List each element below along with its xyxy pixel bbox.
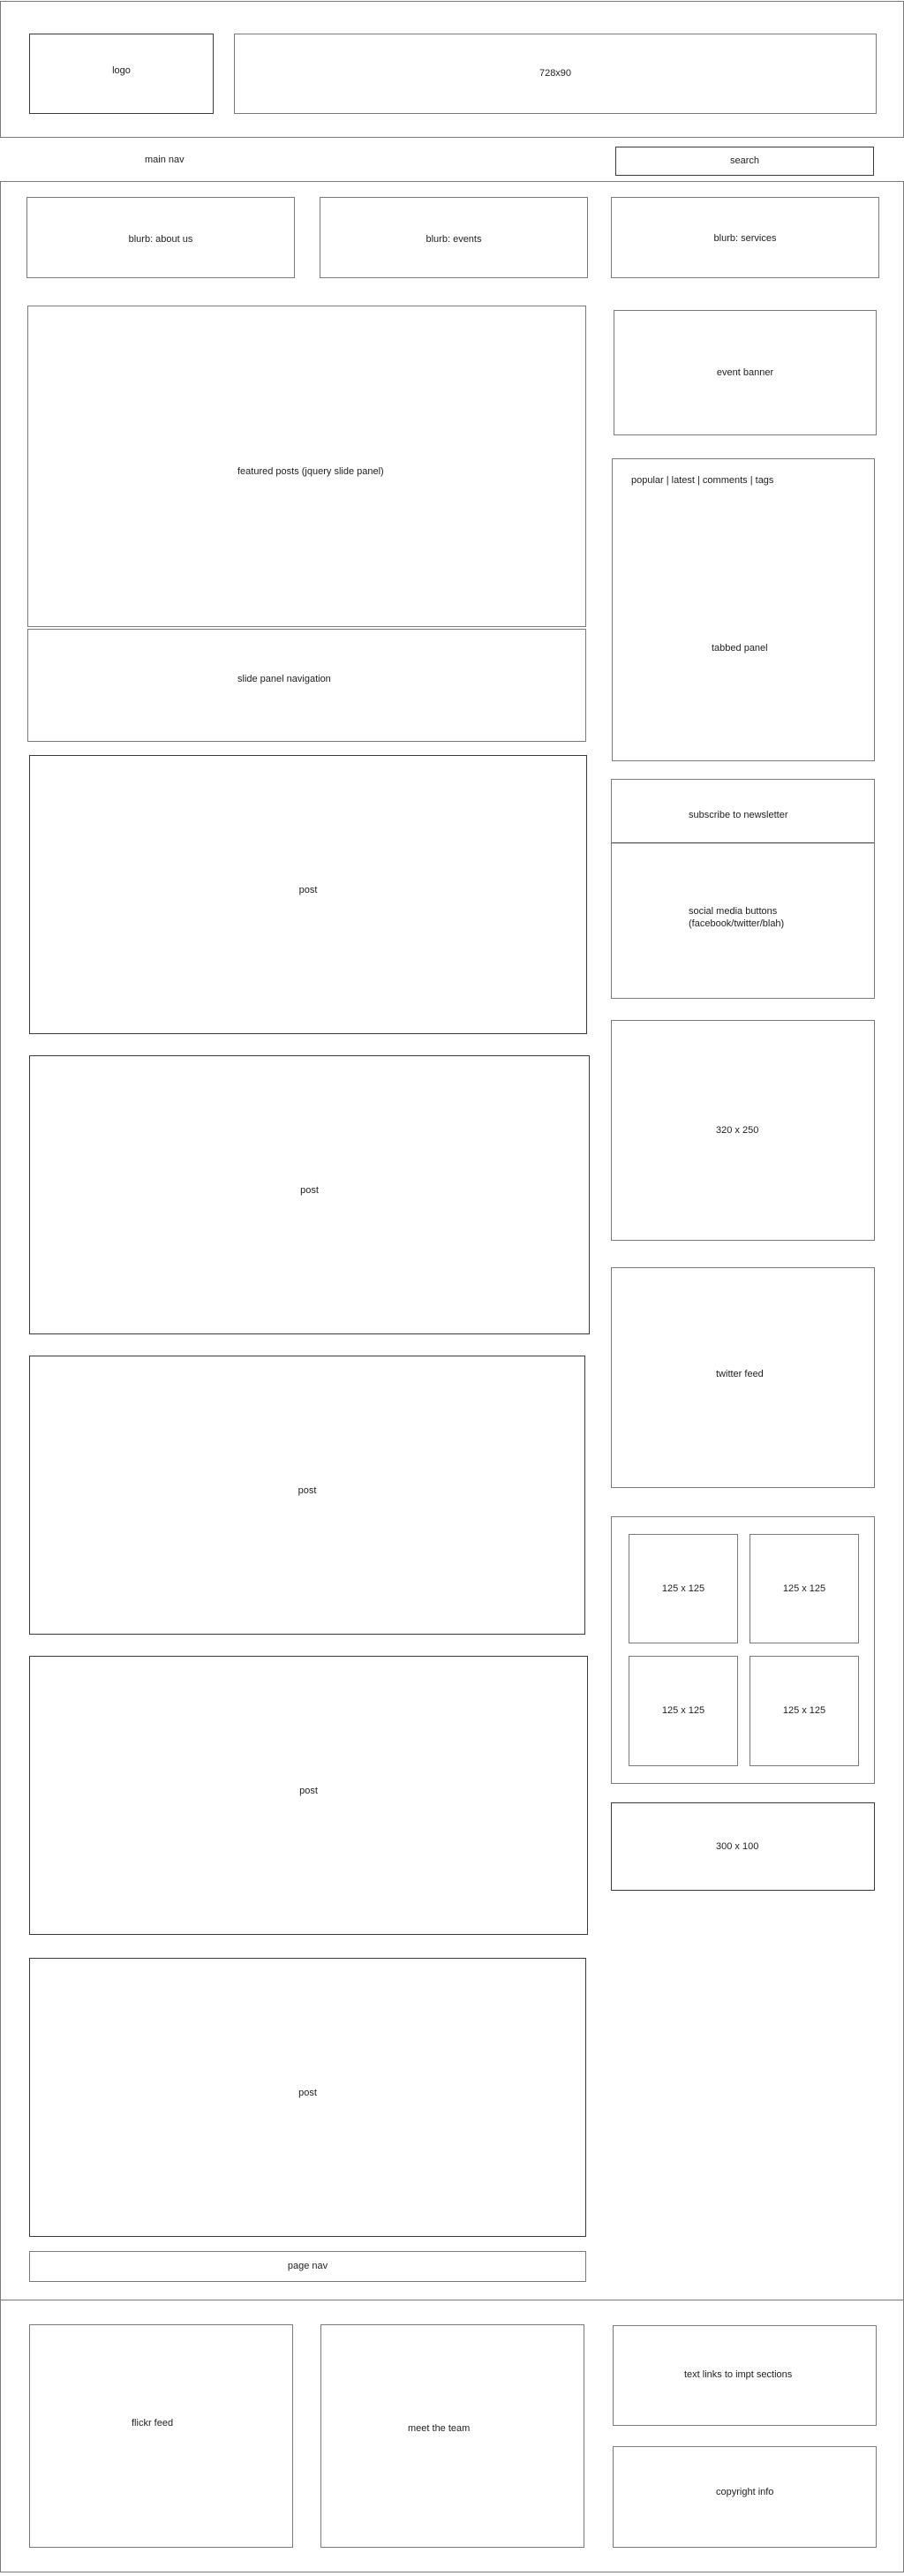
ad-125x125-label: 125 x 125 [661, 1705, 705, 1716]
page-nav[interactable]: page nav [29, 2251, 586, 2282]
post[interactable]: post [29, 1958, 586, 2237]
flickr-feed-label: flickr feed [132, 2418, 174, 2429]
copyright-info: copyright info [613, 2446, 877, 2548]
page-nav-label: page nav [287, 2261, 328, 2271]
ad-125x125-label: 125 x 125 [661, 1583, 705, 1594]
leaderboard-ad-label: 728x90 [539, 68, 572, 79]
tabbed-panel-label: tabbed panel [712, 643, 768, 653]
tabbed-panel: popular | latest | comments | tags tabbe… [612, 458, 875, 761]
post[interactable]: post [29, 1356, 585, 1635]
featured-posts-label: featured posts (jquery slide panel) [237, 466, 384, 477]
post[interactable]: post [29, 1055, 590, 1334]
ad-125x125-label: 125 x 125 [782, 1705, 826, 1716]
ad-125x125-label: 125 x 125 [782, 1583, 826, 1594]
search-label: search [729, 155, 760, 166]
blurb-services-label: blurb: services [713, 233, 777, 244]
ad-125x125[interactable]: 125 x 125 [750, 1656, 859, 1766]
ad-125x125[interactable]: 125 x 125 [629, 1656, 738, 1766]
newsletter-social-divider [612, 842, 874, 843]
blurb-about-us-label: blurb: about us [128, 234, 193, 245]
post-label: post [298, 1485, 317, 1496]
post-label: post [298, 2088, 317, 2098]
tabbed-panel-tabs[interactable]: popular | latest | comments | tags [631, 475, 773, 487]
post-label: post [300, 1185, 319, 1196]
meet-the-team[interactable]: meet the team [320, 2324, 584, 2548]
ad-125x125[interactable]: 125 x 125 [750, 1534, 859, 1643]
text-links[interactable]: text links to impt sections [613, 2325, 877, 2426]
ad-125x125[interactable]: 125 x 125 [629, 1534, 738, 1643]
text-links-label: text links to impt sections [684, 2369, 793, 2380]
event-banner[interactable]: event banner [614, 310, 877, 435]
featured-posts-slider[interactable]: featured posts (jquery slide panel) [27, 306, 586, 627]
subscribe-newsletter-label[interactable]: subscribe to newsletter [689, 810, 788, 821]
post-label: post [298, 885, 318, 895]
logo-placeholder[interactable]: logo [29, 34, 214, 114]
leaderboard-ad-placeholder[interactable]: 728x90 [234, 34, 877, 114]
search-box[interactable]: search [615, 147, 874, 176]
social-media-buttons-label-line1[interactable]: social media buttons [689, 906, 777, 918]
newsletter-social-box: subscribe to newsletter social media but… [611, 779, 875, 999]
slide-panel-navigation[interactable]: slide panel navigation [27, 629, 586, 742]
slide-panel-navigation-label: slide panel navigation [237, 674, 331, 684]
main-nav[interactable]: main nav [145, 155, 185, 166]
ad-300x100-label: 300 x 100 [716, 1841, 759, 1852]
blurb-events[interactable]: blurb: events [320, 197, 588, 278]
blurb-events-label: blurb: events [426, 234, 482, 245]
copyright-info-label: copyright info [716, 2487, 774, 2497]
twitter-feed[interactable]: twitter feed [611, 1267, 875, 1488]
post[interactable]: post [29, 755, 587, 1034]
social-media-buttons-label-line2[interactable]: (facebook/twitter/blah) [689, 918, 784, 930]
ad-320x250[interactable]: 320 x 250 [611, 1020, 875, 1241]
post-label: post [299, 1786, 318, 1796]
flickr-feed[interactable]: flickr feed [29, 2324, 293, 2548]
meet-the-team-label: meet the team [408, 2423, 471, 2434]
twitter-feed-label: twitter feed [716, 1369, 764, 1379]
post[interactable]: post [29, 1656, 588, 1935]
ad-300x100[interactable]: 300 x 100 [611, 1802, 875, 1891]
blurb-services[interactable]: blurb: services [611, 197, 879, 278]
logo-label: logo [112, 65, 131, 76]
blurb-about-us[interactable]: blurb: about us [26, 197, 295, 278]
event-banner-label: event banner [716, 367, 774, 378]
ad-320x250-label: 320 x 250 [716, 1125, 759, 1136]
